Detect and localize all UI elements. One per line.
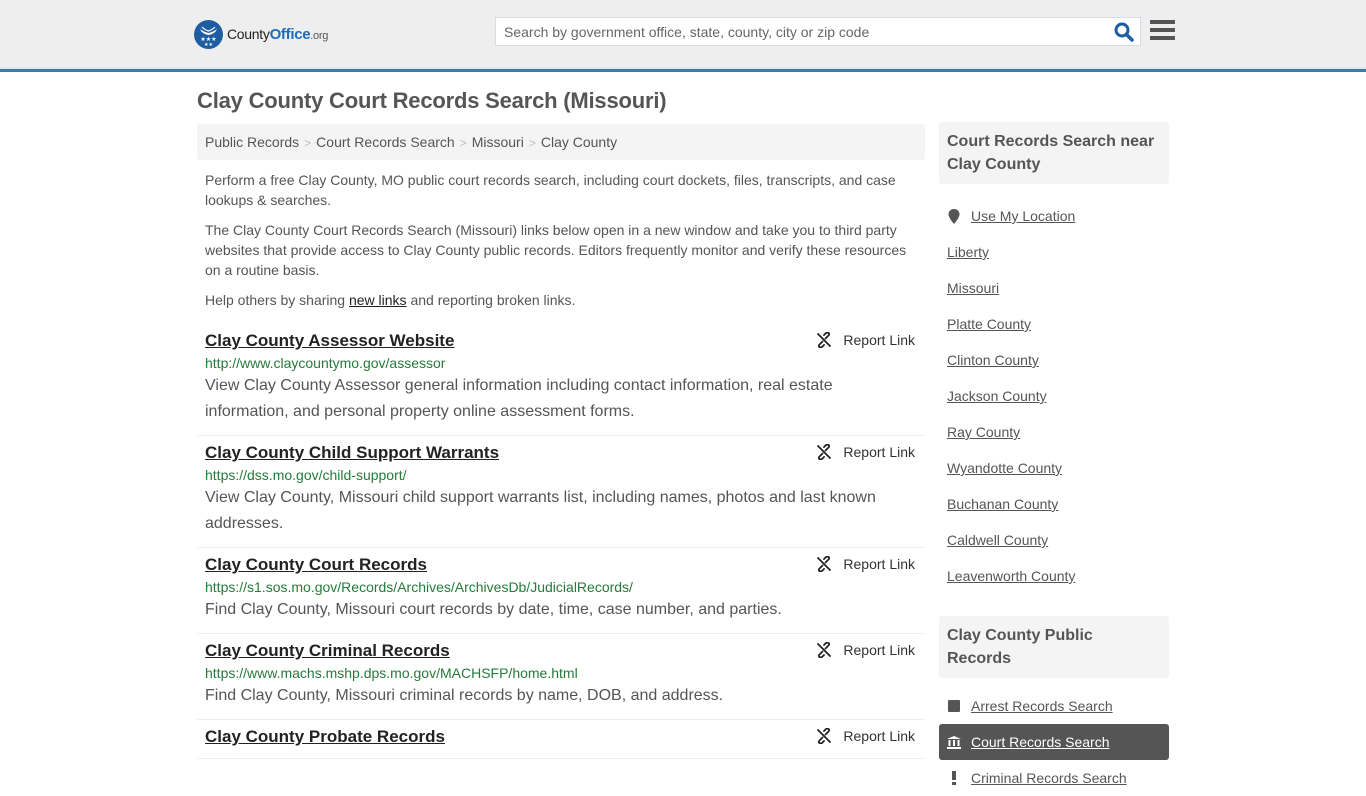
result-url: https://dss.mo.gov/child-support/ [205, 467, 407, 483]
near-item[interactable]: Caldwell County [947, 522, 1161, 558]
link-broken-icon [816, 642, 843, 658]
near-item[interactable]: Ray County [947, 414, 1161, 450]
near-item-link[interactable]: Clinton County [947, 352, 1039, 368]
result-title-link[interactable]: Clay County Probate Records [205, 726, 445, 748]
result-title-link[interactable]: Clay County Child Support Warrants [205, 442, 499, 464]
search-input[interactable] [496, 18, 1096, 45]
sidebar: Court Records Search near Clay County Us… [939, 122, 1169, 796]
near-item-link[interactable]: Liberty [947, 244, 989, 260]
result-title-link[interactable]: Clay County Criminal Records [205, 640, 450, 662]
site-header: ★★★ ★★ CountyOffice.org [0, 0, 1366, 72]
public-records-item[interactable]: Criminal Records Search [939, 760, 1169, 796]
public-records-section-title: Clay County Public Records [939, 616, 1169, 678]
square-icon [947, 700, 961, 712]
page-title: Clay County Court Records Search (Missou… [197, 88, 667, 113]
public-records-link[interactable]: Criminal Records Search [971, 770, 1127, 786]
near-item[interactable]: Wyandotte County [947, 450, 1161, 486]
chevron-right-icon: > [459, 136, 467, 150]
report-link-label: Report Link [843, 332, 915, 348]
near-item[interactable]: Missouri [947, 270, 1161, 306]
breadcrumb-clay-county[interactable]: Clay County [541, 134, 617, 150]
report-link-button[interactable]: Report Link [816, 728, 915, 744]
eagle-logo-icon: ★★★ ★★ [194, 20, 223, 49]
near-item-link[interactable]: Missouri [947, 280, 999, 296]
near-item-link[interactable]: Ray County [947, 424, 1020, 440]
chevron-right-icon: > [528, 136, 536, 150]
near-item[interactable]: Clinton County [947, 342, 1161, 378]
breadcrumb-missouri[interactable]: Missouri [472, 134, 524, 150]
report-link-button[interactable]: Report Link [816, 444, 915, 460]
result-title-link[interactable]: Clay County Court Records [205, 554, 427, 576]
near-item-link[interactable]: Jackson County [947, 388, 1047, 404]
chevron-right-icon: > [304, 136, 312, 150]
result-item: Clay County Court Records Report Link http… [197, 548, 925, 634]
help-paragraph: Help others by sharing new links and rep… [205, 292, 576, 308]
result-item: Clay County Criminal Records Report Link h… [197, 634, 925, 720]
result-url: https://www.machs.mshp.dps.mo.gov/MACHSF… [205, 665, 578, 681]
public-records-item[interactable]: Arrest Records Search [939, 688, 1169, 724]
near-item[interactable]: Liberty [947, 234, 1161, 270]
disclaimer-paragraph: The Clay County Court Records Search (Mi… [205, 222, 907, 278]
svg-text:★★: ★★ [204, 42, 213, 48]
report-link-button[interactable]: Report Link [816, 556, 915, 572]
use-my-location-item[interactable]: Use My Location [947, 198, 1161, 234]
near-item-link[interactable]: Platte County [947, 316, 1031, 332]
new-links-link[interactable]: new links [349, 292, 407, 308]
near-item[interactable]: Jackson County [947, 378, 1161, 414]
near-list: Use My Location Liberty Missouri Platte Co… [939, 184, 1169, 594]
public-records-list: Arrest Records Search Court Records Searc… [939, 678, 1169, 796]
search-icon[interactable] [1114, 22, 1134, 42]
public-records-link[interactable]: Court Records Search [971, 734, 1110, 750]
hamburger-menu-icon[interactable] [1150, 20, 1175, 42]
near-section-title: Court Records Search near Clay County [939, 122, 1169, 184]
search-box [495, 17, 1141, 46]
result-title-link[interactable]: Clay County Assessor Website [205, 330, 454, 352]
link-broken-icon [816, 728, 843, 744]
breadcrumb-court-records-search[interactable]: Court Records Search [316, 134, 455, 150]
map-pin-icon [947, 208, 961, 224]
result-description: View Clay County Assessor general inform… [205, 377, 833, 420]
report-link-label: Report Link [843, 444, 915, 460]
report-link-button[interactable]: Report Link [816, 642, 915, 658]
link-broken-icon [816, 332, 843, 348]
near-item[interactable]: Platte County [947, 306, 1161, 342]
exclamation-icon [947, 771, 961, 785]
logo-wordmark: CountyOffice.org [227, 26, 329, 43]
site-logo[interactable]: ★★★ ★★ CountyOffice.org [194, 20, 328, 49]
intro-paragraph: Perform a free Clay County, MO public co… [205, 172, 896, 208]
result-url: http://www.claycountymo.gov/assessor [205, 355, 446, 371]
courthouse-icon [947, 735, 961, 749]
report-link-label: Report Link [843, 556, 915, 572]
result-url: https://s1.sos.mo.gov/Records/Archives/A… [205, 579, 633, 595]
results-list: Clay County Assessor Website Report Link h… [197, 324, 925, 759]
intro-text: Perform a free Clay County, MO public co… [205, 170, 917, 320]
result-description: Find Clay County, Missouri criminal reco… [205, 687, 724, 704]
near-item-link[interactable]: Caldwell County [947, 532, 1048, 548]
public-records-link[interactable]: Arrest Records Search [971, 698, 1113, 714]
result-item: Clay County Assessor Website Report Link h… [197, 324, 925, 436]
report-link-label: Report Link [843, 642, 915, 658]
link-broken-icon [816, 556, 843, 572]
near-item-link[interactable]: Buchanan County [947, 496, 1058, 512]
near-item-link[interactable]: Leavenworth County [947, 568, 1075, 584]
result-description: Find Clay County, Missouri court records… [205, 601, 782, 618]
breadcrumb: Public Records > Court Records Search > Miss… [197, 124, 925, 160]
near-item[interactable]: Buchanan County [947, 486, 1161, 522]
breadcrumb-public-records[interactable]: Public Records [205, 134, 299, 150]
result-description: View Clay County, Missouri child support… [205, 489, 876, 532]
report-link-label: Report Link [843, 728, 915, 744]
result-item: Clay County Child Support Warrants Report… [197, 436, 925, 548]
near-item[interactable]: Leavenworth County [947, 558, 1161, 594]
public-records-item[interactable]: Court Records Search [939, 724, 1169, 760]
result-item: Clay County Probate Records Report Link [197, 720, 925, 759]
report-link-button[interactable]: Report Link [816, 332, 915, 348]
near-item-link[interactable]: Wyandotte County [947, 460, 1062, 476]
link-broken-icon [816, 444, 843, 460]
use-my-location-link[interactable]: Use My Location [971, 208, 1075, 224]
